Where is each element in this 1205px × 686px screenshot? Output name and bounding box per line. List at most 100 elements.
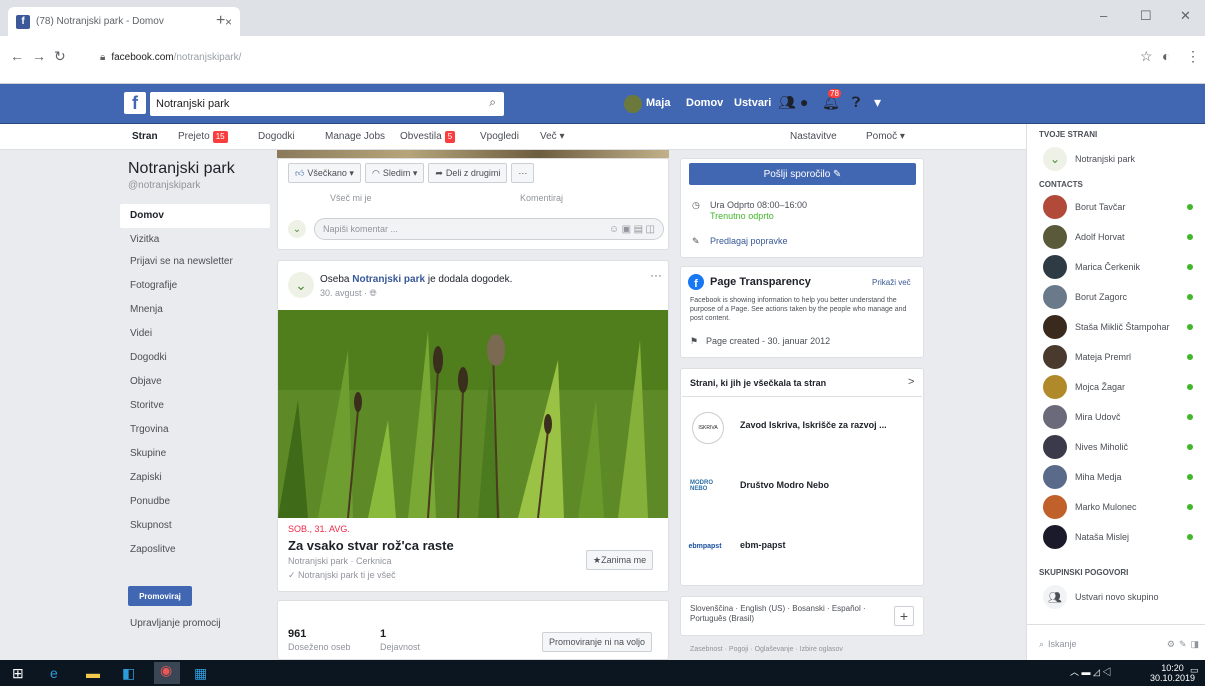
ie-icon[interactable]: e (50, 665, 58, 681)
contact-item[interactable]: Mojca Žagar (1043, 374, 1193, 400)
chat-search-input[interactable]: ⌕ Iskanje ⚙ ✎ ◨ (1039, 634, 1199, 654)
nav-item-newsletter[interactable]: Prijavi se na newsletter (120, 250, 270, 274)
tab-prejeto[interactable]: Prejeto 15 (178, 124, 228, 150)
contact-item[interactable]: Mateja Premrl (1043, 344, 1193, 370)
interested-button[interactable]: ★ Zanima me (586, 550, 654, 570)
page-name[interactable]: Notranjski park (128, 160, 235, 178)
event-photo[interactable] (278, 310, 668, 518)
language-list[interactable]: Slovenščina · English (US) · Bosanski · … (690, 604, 880, 624)
like-action[interactable]: Všeč mi je (330, 193, 372, 203)
send-message-button[interactable]: Pošlji sporočilo ✎ (689, 163, 916, 185)
tab-manage-jobs[interactable]: Manage Jobs (325, 124, 385, 150)
extension-icon[interactable]: ◐ (1162, 48, 1170, 64)
liked-page-ebmpapst[interactable]: ebm-papst (740, 540, 786, 550)
messenger-icon[interactable]: ● (800, 94, 808, 110)
search-icon[interactable]: ⌕ (489, 95, 496, 110)
create-link[interactable]: Ustvari (734, 97, 771, 109)
post-date[interactable]: 30. avgust · 🌐︎ (320, 288, 377, 299)
help-icon[interactable]: ❓︎ (852, 94, 860, 111)
create-group-button[interactable]: 👥︎ Ustvari novo skupino (1043, 584, 1193, 610)
facebook-logo-icon[interactable]: f (124, 92, 146, 114)
file-explorer-icon[interactable]: ▬ (86, 665, 100, 681)
share-button[interactable]: ➦ Deli z drugimi (428, 163, 508, 183)
tab-pomoc[interactable]: Pomoč ▾ (866, 124, 905, 150)
contact-item[interactable]: Adolf Horvat (1043, 224, 1193, 250)
windows-start-icon[interactable]: ⊞ (12, 665, 24, 682)
reload-icon[interactable]: ↻ (54, 48, 66, 65)
comment-input[interactable]: Napiši komentar ... ☺ ▣ ▤ ◫ (314, 218, 664, 240)
browser-tab[interactable]: f (78) Notranjski park - Domov × (8, 7, 240, 36)
event-title[interactable]: Za vsako stvar rož'ca raste (288, 538, 454, 553)
tab-vec[interactable]: Več ▾ (540, 124, 564, 150)
liked-page-modro-nebo[interactable]: Društvo Modro Nebo (740, 480, 829, 490)
nav-item-videi[interactable]: Videi (120, 322, 270, 346)
your-page-entry[interactable]: ⌄ Notranjski park (1043, 146, 1193, 172)
contact-item[interactable]: Staša Miklič Štampohar (1043, 314, 1193, 340)
video-icon[interactable]: ◨ (1190, 639, 1199, 650)
transparency-see-more[interactable]: Prikaži več (872, 278, 911, 287)
emoji-icon[interactable]: ☺ (609, 224, 619, 235)
contact-item[interactable]: Nives Miholič (1043, 434, 1193, 460)
app-icon[interactable]: ▦ (194, 665, 207, 682)
suggest-edits-link[interactable]: Predlagaj popravke (710, 236, 788, 246)
more-actions-button[interactable]: ··· (511, 163, 535, 183)
gear-icon[interactable]: ⚙ (1167, 639, 1175, 650)
tab-dogodki[interactable]: Dogodki (258, 124, 295, 150)
profile-avatar[interactable] (624, 95, 642, 113)
chrome-icon[interactable]: ◉ (154, 662, 180, 684)
tab-vpogledi[interactable]: Vpogledi (480, 124, 519, 150)
outlook-icon[interactable]: ◧ (122, 665, 135, 682)
nav-item-mnenja[interactable]: Mnenja (120, 298, 270, 322)
nav-item-storitve[interactable]: Storitve (120, 394, 270, 418)
compose-icon[interactable]: ✎ (1179, 639, 1187, 650)
manage-promotions-link[interactable]: Upravljanje promocij (120, 612, 270, 636)
promote-button[interactable]: Promoviraj (128, 586, 192, 606)
liked-button[interactable]: 👍︎ Všečkano ▾ (288, 163, 361, 183)
contact-item[interactable]: Mira Udovč (1043, 404, 1193, 430)
new-tab-button[interactable]: + (216, 12, 225, 30)
bookmark-star-icon[interactable]: ☆ (1140, 48, 1153, 65)
liked-pages-next[interactable]: > (908, 376, 914, 388)
nav-item-dogodki[interactable]: Dogodki (120, 346, 270, 370)
nav-item-ponudbe[interactable]: Ponudbe (120, 490, 270, 514)
modro-nebo-logo[interactable]: MODRO NEBO (690, 474, 720, 498)
iskriva-logo[interactable]: ISKRIVA (692, 412, 724, 444)
nav-item-zaposlitve[interactable]: Zaposlitve (120, 538, 270, 562)
search-input[interactable]: Notranjski park ⌕ (150, 92, 504, 116)
back-arrow-icon[interactable]: ← (10, 48, 24, 64)
contact-item[interactable]: Nataša Mislej (1043, 524, 1193, 550)
friend-requests-icon[interactable]: 👥︎ (778, 94, 796, 111)
account-menu-icon[interactable]: ▾ (874, 94, 881, 111)
contact-item[interactable]: Marko Mulonec (1043, 494, 1193, 520)
forward-arrow-icon[interactable]: → (32, 48, 46, 64)
gif-icon[interactable]: ▤ (634, 224, 643, 235)
boost-button[interactable]: Promoviranje ni na voljo (542, 632, 653, 652)
nav-item-fotografije[interactable]: Fotografije (120, 274, 270, 298)
contact-item[interactable]: Marica Čerkenik (1043, 254, 1193, 280)
home-link[interactable]: Domov (686, 97, 723, 109)
nav-item-skupnost[interactable]: Skupnost (120, 514, 270, 538)
comment-action[interactable]: Komentiraj (520, 193, 563, 203)
ebmpapst-logo[interactable]: ebmpapst (688, 534, 721, 558)
maximize-button[interactable]: ☐ (1140, 8, 1152, 24)
nav-item-domov[interactable]: Domov (120, 204, 270, 228)
tab-stran[interactable]: Stran (132, 124, 158, 150)
tab-obvestila[interactable]: Obvestila 5 (400, 124, 456, 150)
nav-item-objave[interactable]: Objave (120, 370, 270, 394)
contact-item[interactable]: Miha Medja (1043, 464, 1193, 490)
browser-menu-icon[interactable]: ⋮ (1186, 48, 1200, 65)
add-language-button[interactable]: + (894, 606, 914, 626)
notification-center-icon[interactable]: ▭ (1190, 665, 1199, 676)
nav-item-skupine[interactable]: Skupine (120, 442, 270, 466)
tab-nastavitve[interactable]: Nastavitve (790, 124, 837, 150)
liked-page-iskriva[interactable]: Zavod Iskriva, Iskrišče za razvoj ... (740, 420, 887, 430)
post-menu-button[interactable]: ··· (650, 268, 662, 282)
close-window-button[interactable]: ✕ (1180, 8, 1191, 24)
post-author-link[interactable]: Notranjski park (352, 274, 425, 285)
contact-item[interactable]: Borut Zagorc (1043, 284, 1193, 310)
following-button[interactable]: ◠ Sledim ▾ (364, 163, 425, 183)
tab-close-icon[interactable]: × (225, 15, 232, 29)
minimize-button[interactable]: – (1100, 8, 1107, 23)
nav-item-vizitka[interactable]: Vizitka (120, 228, 270, 252)
nav-item-zapiski[interactable]: Zapiski (120, 466, 270, 490)
